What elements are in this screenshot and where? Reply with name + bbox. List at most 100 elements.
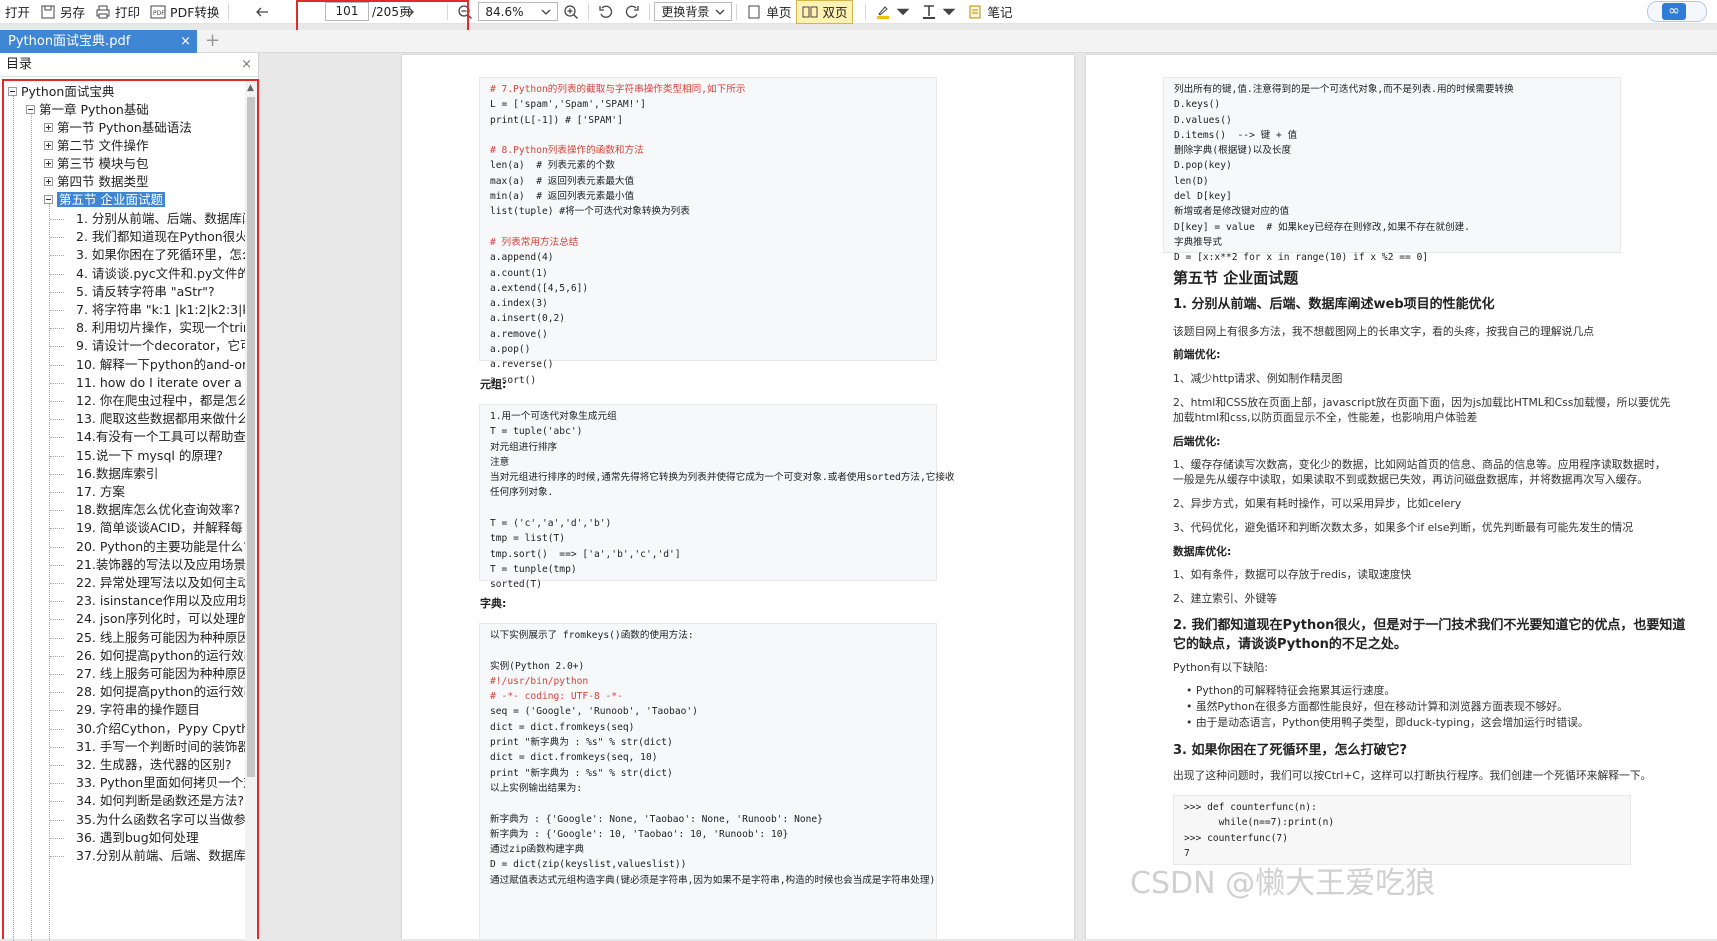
code-line: a.count(1) <box>490 267 548 279</box>
toc-item[interactable]: 3. 如果你困在了死循环里，怎么 <box>76 245 245 265</box>
tree-line <box>50 510 64 512</box>
text-tool-icon <box>923 4 936 19</box>
prev-page-button[interactable] <box>249 0 275 24</box>
bullet-item: • 由于是动态语言，Python使用鸭子类型，即duck-typing，这会增加… <box>1186 716 1589 729</box>
page-number-input[interactable]: 101 <box>325 2 369 21</box>
toc-item[interactable]: 12. 你在爬虫过程中，都是怎么 <box>76 391 245 411</box>
toc-item[interactable]: 27. 线上服务可能因为种种原因 <box>76 664 245 684</box>
toc-item[interactable]: 16.数据库索引 <box>76 464 158 484</box>
toc-item[interactable]: 9. 请设计一个decorator，它可 <box>76 336 245 356</box>
toc-item[interactable]: 30.介绍Cython，Pypy Cpytho <box>76 719 245 739</box>
pdf-page-left: # 7.Python的列表的截取与字符串操作类型相同,如下所示 L = ['spa… <box>402 55 1074 939</box>
double-page-button[interactable]: 双页 <box>796 0 854 24</box>
toc-item[interactable]: 5. 请反转字符串 "aStr"? <box>76 282 215 302</box>
code-line: 实例(Python 2.0+) <box>490 660 585 672</box>
scroll-up-icon[interactable]: ▲ <box>247 83 254 93</box>
collapse-icon[interactable] <box>8 87 17 96</box>
toc-item[interactable]: 23. isinstance作用以及应用场 <box>76 591 245 611</box>
toc-chapter-1[interactable]: 第一章 Python基础 <box>26 100 149 120</box>
scrollbar-thumb[interactable] <box>247 97 255 777</box>
code-line: #!/usr/bin/python <box>490 675 589 687</box>
toc-item[interactable]: 19. 简单谈谈ACID，并解释每 <box>76 518 243 538</box>
tree-line <box>50 746 64 748</box>
expand-icon[interactable] <box>44 141 53 150</box>
toc-section-2[interactable]: 第二节 文件操作 <box>44 136 148 156</box>
code-line: T = tunple(tmp) <box>490 563 577 575</box>
zoom-in-button[interactable] <box>558 0 584 24</box>
code-line: D = [x:x**2 for x in range(10) if x %2 =… <box>1174 252 1429 264</box>
toc-item[interactable]: 31. 手写一个判断时间的装饰器 <box>76 737 245 757</box>
toc-item[interactable]: 28. 如何提高python的运行效率 <box>76 682 245 702</box>
code-line: 注意 <box>490 456 510 468</box>
rotate-left-button[interactable] <box>593 0 619 24</box>
toc-item[interactable]: 4. 请谈谈.pyc文件和.py文件的 <box>76 264 245 284</box>
expand-icon[interactable] <box>44 159 53 168</box>
toc-item[interactable]: 7. 将字符串 "k:1 |k1:2|k2:3|k3 <box>76 300 245 320</box>
collapse-icon[interactable] <box>26 105 35 114</box>
toc-item[interactable]: 18.数据库怎么优化查询效率? <box>76 500 240 520</box>
expand-icon[interactable] <box>44 177 53 186</box>
toc-item[interactable]: 34. 如何判断是函数还是方法? <box>76 791 244 811</box>
toc-section-4[interactable]: 第四节 数据类型 <box>44 172 148 192</box>
text-tool-button[interactable] <box>916 0 962 24</box>
toc-item[interactable]: 20. Python的主要功能是什么? <box>76 537 245 557</box>
collapse-icon[interactable] <box>44 195 53 204</box>
toc-section-1[interactable]: 第一节 Python基础语法 <box>44 118 192 138</box>
toc-item[interactable]: 1. 分别从前端、后端、数据库阐 <box>76 209 245 229</box>
expand-icon[interactable] <box>44 123 53 132</box>
toc-item[interactable]: 21.装饰器的写法以及应用场景 <box>76 555 245 575</box>
highlight-button[interactable] <box>870 0 916 24</box>
code-line: 列出所有的键,值.注意得到的是一个可迭代对象,而不是列表.用的时候需要转换 <box>1174 84 1514 95</box>
toc-root[interactable]: Python面试宝典 <box>8 82 114 102</box>
tree-line <box>50 783 64 785</box>
toc-item[interactable]: 33. Python里面如何拷贝一个对 <box>76 773 245 793</box>
background-select[interactable]: 更换背景 <box>654 2 733 21</box>
print-button[interactable]: 打印 <box>90 0 145 24</box>
close-tab-icon[interactable]: × <box>180 30 191 53</box>
code-line: >>> def counterfunc(n): <box>1184 802 1317 813</box>
toc-item[interactable]: 32. 生成器，迭代器的区别? <box>76 755 232 775</box>
toc-item[interactable]: 14.有没有一个工具可以帮助查 <box>76 427 245 447</box>
tree-line <box>50 601 64 603</box>
chevron-down-icon <box>943 8 956 15</box>
notes-button[interactable]: 笔记 <box>962 0 1017 24</box>
single-page-button[interactable]: 单页 <box>741 0 796 24</box>
bullet-item: • 虽然Python在很多方面都性能良好，但在移动计算和浏览器方面表现不够好。 <box>1186 700 1568 713</box>
toc-item[interactable]: 29. 字符串的操作题目 <box>76 700 200 720</box>
toc-item[interactable]: 11. how do I iterate over a <box>76 373 242 393</box>
toc-item[interactable]: 17. 方案 <box>76 482 125 502</box>
toc-item[interactable]: 13. 爬取这些数据都用来做什么 <box>76 409 245 429</box>
document-viewer[interactable]: # 7.Python的列表的截取与字符串操作类型相同,如下所示 L = ['spa… <box>260 53 1717 939</box>
toc-header: 目录 × <box>0 53 258 77</box>
open-button[interactable]: 打开 <box>0 0 35 24</box>
paragraph: 3、代码优化，避免循环和判断次数太多，如果多个if else判断，优先判断最有可… <box>1173 521 1634 534</box>
code-line: 1.用一个可迭代对象生成元组 <box>490 411 617 422</box>
zoom-select[interactable]: 84.6% <box>478 2 559 21</box>
pdf-convert-button[interactable]: PDF PDF转换 <box>145 0 224 24</box>
paragraph: 2、异步方式，如果有耗时操作，可以采用异步，比如celery <box>1173 497 1462 510</box>
toc-item[interactable]: 24. json序列化时，可以处理的 <box>76 609 245 629</box>
toc-item[interactable]: 8. 利用切片操作，实现一个trim <box>76 318 245 338</box>
close-sidebar-icon[interactable]: × <box>241 53 252 76</box>
rotate-right-button[interactable] <box>619 0 645 24</box>
code-line: 任何序列对象. <box>490 487 554 499</box>
account-widget[interactable]: ∞ <box>1647 1 1707 22</box>
toc-item[interactable]: 37.分别从前端、后端、数据库 <box>76 846 245 866</box>
save-as-button[interactable]: 另存 <box>35 0 90 24</box>
tree-line <box>50 455 64 457</box>
toc-item[interactable]: 26. 如何提高python的运行效率 <box>76 646 245 666</box>
toc-item[interactable]: 25. 线上服务可能因为种种原因 <box>76 628 245 648</box>
toc-item[interactable]: 35.为什么函数名字可以当做参 <box>76 810 245 830</box>
new-tab-button[interactable]: + <box>205 30 220 53</box>
toc-item[interactable]: 10. 解释一下python的and-or <box>76 355 245 375</box>
toc-scrollbar[interactable]: ▲ <box>245 81 257 941</box>
toc-section-3[interactable]: 第三节 模块与包 <box>44 154 148 174</box>
tab-python-interview-pdf[interactable]: Python面试宝典.pdf × <box>0 30 197 53</box>
toc-item[interactable]: 15.说一下 mysql 的原理? <box>76 446 223 466</box>
toc-item[interactable]: 36. 遇到bug如何处理 <box>76 828 199 848</box>
code-line: 以下实例展示了 fromkeys()函数的使用方法: <box>490 630 694 641</box>
toc-item[interactable]: 22. 异常处理写法以及如何主动 <box>76 573 245 593</box>
toc-section-5-selected[interactable]: 第五节 企业面试题 <box>44 190 165 210</box>
toc-item[interactable]: 2. 我们都知道现在Python很火 <box>76 227 245 247</box>
divider <box>228 3 230 20</box>
